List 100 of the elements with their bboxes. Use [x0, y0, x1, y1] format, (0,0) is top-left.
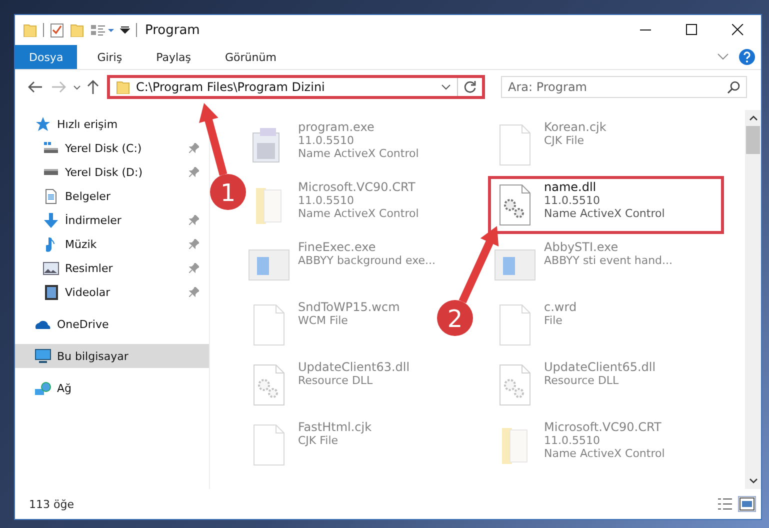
file-name[interactable]: Korean.cjk: [544, 120, 606, 134]
file-name[interactable]: c.wrd: [544, 300, 577, 314]
file-detail: Name ActiveX Control: [544, 207, 665, 220]
file-detail: CJK File: [544, 134, 586, 147]
file-name[interactable]: FineExec.exe: [298, 240, 436, 254]
document-icon: [45, 188, 57, 204]
search-icon: [727, 81, 740, 94]
nav-item[interactable]: Yerel Disk (C:): [15, 136, 199, 160]
gear-file-icon: [499, 184, 531, 226]
file-name[interactable]: AbbySTI.exe: [544, 240, 673, 254]
file-detail: ABBYY background exe...: [298, 254, 436, 267]
window-icon: [248, 249, 290, 281]
network-icon: [35, 382, 51, 394]
pin-icon[interactable]: [189, 167, 199, 177]
help-icon[interactable]: [739, 49, 755, 65]
chevron-down-icon[interactable]: [73, 84, 81, 90]
checkmark-document-icon[interactable]: [50, 22, 64, 38]
file-detail: 11.0.5510: [544, 194, 601, 207]
nav-label: OneDrive: [57, 318, 110, 330]
nav-item[interactable]: İndirmeler: [15, 208, 199, 232]
up-arrow-icon[interactable]: [87, 80, 99, 94]
blank-file-icon: [253, 424, 285, 466]
dropdown-icon[interactable]: [120, 26, 130, 34]
ribbon-tab[interactable]: Görünüm: [211, 45, 290, 69]
nav-label: İndirmeler: [65, 214, 122, 226]
refresh-icon[interactable]: [463, 80, 477, 94]
file-detail: Resource DLL: [544, 374, 620, 387]
gear-file-icon: [253, 364, 285, 406]
file-name[interactable]: UpdateClient63.dll: [298, 360, 410, 374]
picture-icon: [43, 262, 59, 274]
nav-label: Bu bilgisayar: [57, 350, 130, 362]
file-detail: ABBYY sti event hand...: [544, 254, 673, 267]
nav-label: Yerel Disk (D:): [65, 166, 144, 178]
address-bar[interactable]: C:\Program Files\Program Dizini: [107, 75, 485, 99]
scrollbar-thumb[interactable]: [746, 126, 760, 154]
blank-file-icon: [253, 304, 285, 346]
chevron-down-icon[interactable]: [441, 84, 451, 90]
nav-item[interactable]: Bu bilgisayar: [15, 344, 209, 368]
nav-label: Müzik: [65, 238, 98, 250]
step-badge: 2: [437, 300, 473, 336]
tiles-view-icon[interactable]: [739, 497, 755, 511]
nav-item[interactable]: Resimler: [15, 256, 199, 280]
folder-icon: [116, 80, 130, 94]
back-icon[interactable]: [27, 81, 43, 93]
search-field[interactable]: Ara: Program: [501, 76, 747, 98]
list-view-icon[interactable]: [90, 24, 114, 36]
monitor-icon: [35, 349, 51, 363]
nav-label: Hızlı erişim: [57, 118, 119, 130]
ribbon-tab[interactable]: Dosya: [15, 45, 78, 69]
film-icon: [44, 284, 58, 300]
file-detail: Name ActiveX Control: [298, 207, 419, 220]
nav-item[interactable]: Hızlı erişim: [15, 112, 199, 136]
nav-item[interactable]: Ağ: [15, 376, 199, 400]
file-detail: 11.0.5510: [298, 134, 355, 147]
blank-file-icon: [499, 304, 531, 346]
item-count: 113 öğe: [29, 498, 74, 510]
folder-icon: [256, 186, 282, 224]
selected-file-item[interactable]: name.dll 11.0.5510 Name ActiveX Control: [488, 176, 724, 234]
pin-icon[interactable]: [189, 239, 199, 249]
pin-icon[interactable]: [189, 143, 199, 153]
nav-item[interactable]: Müzik: [15, 232, 199, 256]
pin-icon[interactable]: [189, 263, 199, 273]
chevron-down-icon[interactable]: [717, 53, 729, 61]
nav-item[interactable]: OneDrive: [15, 312, 199, 336]
nav-item[interactable]: Videolar: [15, 280, 199, 304]
file-name: name.dll: [544, 180, 598, 194]
file-name[interactable]: program.exe: [298, 120, 419, 134]
file-name[interactable]: Microsoft.VC90.CRT: [298, 180, 419, 194]
folder-icon: [502, 426, 528, 464]
drive-icon: [43, 142, 59, 154]
file-detail: WCM File: [298, 314, 349, 327]
nav-label: Resimler: [65, 262, 114, 274]
window-title: Program: [145, 22, 200, 38]
details-view-icon[interactable]: [717, 497, 733, 511]
ribbon-tab[interactable]: Giriş: [83, 45, 136, 69]
nav-item[interactable]: Yerel Disk (D:): [15, 160, 199, 184]
ribbon-tab[interactable]: Paylaş: [142, 45, 205, 69]
address-path: C:\Program Files\Program Dizini: [136, 80, 326, 94]
nav-label: Ağ: [57, 382, 73, 394]
drive-icon: [43, 169, 59, 175]
file-detail: 11.0.5510: [298, 194, 355, 207]
file-name[interactable]: Microsoft.VC90.CRT: [544, 420, 665, 434]
file-detail: Name ActiveX Control: [298, 147, 419, 160]
music-note-icon: [46, 236, 56, 252]
nav-item[interactable]: Belgeler: [15, 184, 199, 208]
star-icon: [35, 116, 51, 132]
gear-file-icon: [499, 364, 531, 406]
step-badge: 1: [210, 174, 246, 210]
window-icon: [494, 249, 536, 281]
file-detail: 11.0.5510: [544, 434, 601, 447]
file-detail: CJK File: [298, 434, 340, 447]
file-detail: Resource DLL: [298, 374, 374, 387]
file-name[interactable]: FastHtml.cjk: [298, 420, 372, 434]
file-name[interactable]: SndToWP15.wcm: [298, 300, 400, 314]
down-arrow-icon: [44, 212, 58, 228]
file-detail: File: [544, 314, 564, 327]
pin-icon[interactable]: [189, 287, 199, 297]
scrollbar[interactable]: [745, 110, 761, 489]
pin-icon[interactable]: [189, 215, 199, 225]
file-name[interactable]: UpdateClient65.dll: [544, 360, 656, 374]
